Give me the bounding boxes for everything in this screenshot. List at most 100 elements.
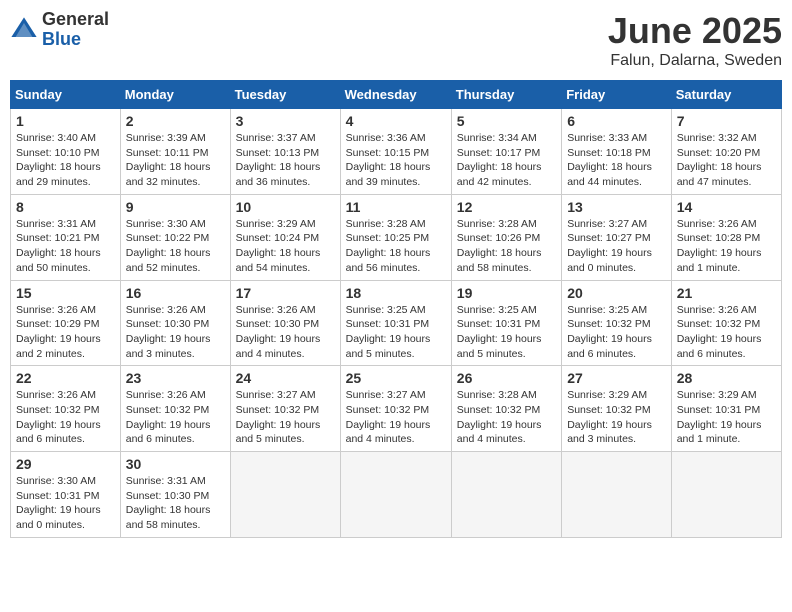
day-number: 8 [16, 199, 115, 215]
day-info: Sunrise: 3:26 AM Sunset: 10:28 PM Daylig… [677, 217, 776, 276]
day-info: Sunrise: 3:26 AM Sunset: 10:30 PM Daylig… [236, 303, 335, 362]
day-cell: 15 Sunrise: 3:26 AM Sunset: 10:29 PM Dayl… [11, 280, 121, 366]
day-cell: 30 Sunrise: 3:31 AM Sunset: 10:30 PM Dayl… [120, 452, 230, 538]
day-cell: 16Sunrise: 3:26 AM Sunset: 10:30 PM Dayl… [120, 280, 230, 366]
day-cell [671, 452, 781, 538]
day-cell: 17 Sunrise: 3:26 AM Sunset: 10:30 PM Dayl… [230, 280, 340, 366]
day-cell: 5 Sunrise: 3:34 AM Sunset: 10:17 PM Dayli… [451, 109, 561, 195]
day-header-wednesday: Wednesday [340, 81, 451, 109]
day-info: Sunrise: 3:29 AM Sunset: 10:31 PM Daylig… [677, 388, 776, 447]
day-cell: 23 Sunrise: 3:26 AM Sunset: 10:32 PM Dayl… [120, 366, 230, 452]
day-number: 25 [346, 370, 446, 386]
day-number: 17 [236, 285, 335, 301]
day-info: Sunrise: 3:32 AM Sunset: 10:20 PM Daylig… [677, 131, 776, 190]
day-number: 12 [457, 199, 556, 215]
day-cell: 4Sunrise: 3:36 AM Sunset: 10:15 PM Dayli… [340, 109, 451, 195]
day-number: 29 [16, 456, 115, 472]
day-cell [562, 452, 672, 538]
logo-general: General [42, 10, 109, 30]
day-info: Sunrise: 3:27 AM Sunset: 10:27 PM Daylig… [567, 217, 666, 276]
day-info: Sunrise: 3:26 AM Sunset: 10:30 PM Daylig… [126, 303, 225, 362]
day-info: Sunrise: 3:31 AM Sunset: 10:21 PM Daylig… [16, 217, 115, 276]
day-number: 2 [126, 113, 225, 129]
day-info: Sunrise: 3:26 AM Sunset: 10:32 PM Daylig… [16, 388, 115, 447]
day-number: 19 [457, 285, 556, 301]
day-info: Sunrise: 3:26 AM Sunset: 10:32 PM Daylig… [126, 388, 225, 447]
day-cell: 24 Sunrise: 3:27 AM Sunset: 10:32 PM Dayl… [230, 366, 340, 452]
week-row-4: 22 Sunrise: 3:26 AM Sunset: 10:32 PM Dayl… [11, 366, 782, 452]
location-title: Falun, Dalarna, Sweden [608, 52, 782, 70]
day-cell: 27Sunrise: 3:29 AM Sunset: 10:32 PM Dayl… [562, 366, 672, 452]
day-number: 18 [346, 285, 446, 301]
day-info: Sunrise: 3:27 AM Sunset: 10:32 PM Daylig… [236, 388, 335, 447]
day-number: 14 [677, 199, 776, 215]
day-header-friday: Friday [562, 81, 672, 109]
day-number: 6 [567, 113, 666, 129]
week-row-1: 1 Sunrise: 3:40 AM Sunset: 10:10 PM Dayli… [11, 109, 782, 195]
day-header-thursday: Thursday [451, 81, 561, 109]
day-info: Sunrise: 3:29 AM Sunset: 10:24 PM Daylig… [236, 217, 335, 276]
day-number: 24 [236, 370, 335, 386]
day-cell: 3Sunrise: 3:37 AM Sunset: 10:13 PM Dayli… [230, 109, 340, 195]
day-info: Sunrise: 3:28 AM Sunset: 10:25 PM Daylig… [346, 217, 446, 276]
month-title: June 2025 [608, 10, 782, 52]
day-number: 11 [346, 199, 446, 215]
day-cell: 7Sunrise: 3:32 AM Sunset: 10:20 PM Dayli… [671, 109, 781, 195]
week-row-2: 8 Sunrise: 3:31 AM Sunset: 10:21 PM Dayli… [11, 194, 782, 280]
day-number: 9 [126, 199, 225, 215]
day-cell: 14 Sunrise: 3:26 AM Sunset: 10:28 PM Dayl… [671, 194, 781, 280]
day-cell [340, 452, 451, 538]
day-cell: 22 Sunrise: 3:26 AM Sunset: 10:32 PM Dayl… [11, 366, 121, 452]
day-cell: 26 Sunrise: 3:28 AM Sunset: 10:32 PM Dayl… [451, 366, 561, 452]
day-info: Sunrise: 3:26 AM Sunset: 10:32 PM Daylig… [677, 303, 776, 362]
day-info: Sunrise: 3:27 AM Sunset: 10:32 PM Daylig… [346, 388, 446, 447]
week-row-3: 15 Sunrise: 3:26 AM Sunset: 10:29 PM Dayl… [11, 280, 782, 366]
day-number: 13 [567, 199, 666, 215]
day-cell: 25 Sunrise: 3:27 AM Sunset: 10:32 PM Dayl… [340, 366, 451, 452]
day-cell: 21 Sunrise: 3:26 AM Sunset: 10:32 PM Dayl… [671, 280, 781, 366]
day-number: 28 [677, 370, 776, 386]
day-cell: 6 Sunrise: 3:33 AM Sunset: 10:18 PM Dayli… [562, 109, 672, 195]
day-header-saturday: Saturday [671, 81, 781, 109]
day-cell: 12 Sunrise: 3:28 AM Sunset: 10:26 PM Dayl… [451, 194, 561, 280]
day-info: Sunrise: 3:31 AM Sunset: 10:30 PM Daylig… [126, 474, 225, 533]
day-number: 26 [457, 370, 556, 386]
day-cell [451, 452, 561, 538]
day-info: Sunrise: 3:29 AM Sunset: 10:32 PM Daylig… [567, 388, 666, 447]
day-cell: 20 Sunrise: 3:25 AM Sunset: 10:32 PM Dayl… [562, 280, 672, 366]
day-info: Sunrise: 3:26 AM Sunset: 10:29 PM Daylig… [16, 303, 115, 362]
day-number: 4 [346, 113, 446, 129]
day-info: Sunrise: 3:28 AM Sunset: 10:32 PM Daylig… [457, 388, 556, 447]
day-info: Sunrise: 3:25 AM Sunset: 10:31 PM Daylig… [457, 303, 556, 362]
day-info: Sunrise: 3:33 AM Sunset: 10:18 PM Daylig… [567, 131, 666, 190]
day-cell: 29 Sunrise: 3:30 AM Sunset: 10:31 PM Dayl… [11, 452, 121, 538]
day-number: 15 [16, 285, 115, 301]
logo: General Blue [10, 10, 109, 50]
day-cell: 1 Sunrise: 3:40 AM Sunset: 10:10 PM Dayli… [11, 109, 121, 195]
day-cell: 18Sunrise: 3:25 AM Sunset: 10:31 PM Dayl… [340, 280, 451, 366]
day-number: 23 [126, 370, 225, 386]
header-row: SundayMondayTuesdayWednesdayThursdayFrid… [11, 81, 782, 109]
day-number: 5 [457, 113, 556, 129]
day-number: 22 [16, 370, 115, 386]
day-number: 20 [567, 285, 666, 301]
day-header-tuesday: Tuesday [230, 81, 340, 109]
day-info: Sunrise: 3:28 AM Sunset: 10:26 PM Daylig… [457, 217, 556, 276]
day-cell: 9 Sunrise: 3:30 AM Sunset: 10:22 PM Dayli… [120, 194, 230, 280]
day-number: 21 [677, 285, 776, 301]
logo-text: General Blue [42, 10, 109, 50]
day-cell: 2Sunrise: 3:39 AM Sunset: 10:11 PM Dayli… [120, 109, 230, 195]
day-info: Sunrise: 3:30 AM Sunset: 10:22 PM Daylig… [126, 217, 225, 276]
day-info: Sunrise: 3:25 AM Sunset: 10:32 PM Daylig… [567, 303, 666, 362]
day-number: 30 [126, 456, 225, 472]
day-number: 1 [16, 113, 115, 129]
day-info: Sunrise: 3:34 AM Sunset: 10:17 PM Daylig… [457, 131, 556, 190]
day-cell: 13 Sunrise: 3:27 AM Sunset: 10:27 PM Dayl… [562, 194, 672, 280]
page-header: General Blue June 2025 Falun, Dalarna, S… [10, 10, 782, 70]
day-info: Sunrise: 3:40 AM Sunset: 10:10 PM Daylig… [16, 131, 115, 190]
day-cell: 19 Sunrise: 3:25 AM Sunset: 10:31 PM Dayl… [451, 280, 561, 366]
day-cell: 28 Sunrise: 3:29 AM Sunset: 10:31 PM Dayl… [671, 366, 781, 452]
day-info: Sunrise: 3:30 AM Sunset: 10:31 PM Daylig… [16, 474, 115, 533]
logo-icon [10, 16, 38, 44]
day-cell: 11 Sunrise: 3:28 AM Sunset: 10:25 PM Dayl… [340, 194, 451, 280]
